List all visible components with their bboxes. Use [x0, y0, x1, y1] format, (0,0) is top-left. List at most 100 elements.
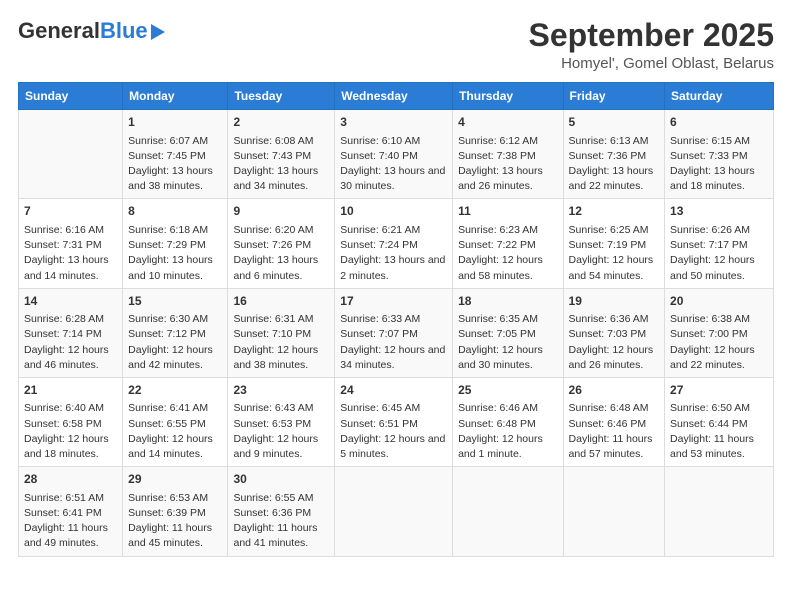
calendar-cell: 1 Sunrise: 6:07 AMSunset: 7:45 PMDaylight…: [123, 110, 228, 199]
day-number: 23: [233, 382, 329, 399]
cell-info: Sunrise: 6:15 AMSunset: 7:33 PMDaylight:…: [670, 134, 768, 195]
cell-info: Sunrise: 6:25 AMSunset: 7:19 PMDaylight:…: [569, 223, 660, 284]
cell-info: Sunrise: 6:38 AMSunset: 7:00 PMDaylight:…: [670, 312, 768, 373]
col-friday: Friday: [563, 83, 665, 110]
calendar-week-3: 14 Sunrise: 6:28 AMSunset: 7:14 PMDayligh…: [19, 288, 774, 377]
calendar-cell: [335, 467, 453, 556]
cell-info: Sunrise: 6:31 AMSunset: 7:10 PMDaylight:…: [233, 312, 329, 373]
calendar-cell: 17Sunrise: 6:33 AMSunset: 7:07 PMDayligh…: [335, 288, 453, 377]
calendar-body: 1 Sunrise: 6:07 AMSunset: 7:45 PMDaylight…: [19, 110, 774, 556]
calendar-cell: 10Sunrise: 6:21 AMSunset: 7:24 PMDayligh…: [335, 199, 453, 288]
day-number: 11: [458, 203, 557, 220]
day-number: 21: [24, 382, 117, 399]
day-number: 3: [340, 114, 447, 131]
cell-info: Sunrise: 6:07 AMSunset: 7:45 PMDaylight:…: [128, 134, 222, 195]
cell-info: Sunrise: 6:26 AMSunset: 7:17 PMDaylight:…: [670, 223, 768, 284]
calendar-cell: 13 Sunrise: 6:26 AMSunset: 7:17 PMDayligh…: [665, 199, 774, 288]
cell-info: Sunrise: 6:23 AMSunset: 7:22 PMDaylight:…: [458, 223, 557, 284]
cell-info: Sunrise: 6:41 AMSunset: 6:55 PMDaylight:…: [128, 401, 222, 462]
logo-arrow-icon: [151, 24, 165, 40]
calendar-cell: 5Sunrise: 6:13 AMSunset: 7:36 PMDaylight…: [563, 110, 665, 199]
day-number: 1: [128, 114, 222, 131]
day-number: 15: [128, 293, 222, 310]
calendar-cell: 23 Sunrise: 6:43 AMSunset: 6:53 PMDayligh…: [228, 377, 335, 466]
day-number: 13: [670, 203, 768, 220]
logo: General Blue: [18, 18, 165, 44]
calendar-cell: 21 Sunrise: 6:40 AMSunset: 6:58 PMDayligh…: [19, 377, 123, 466]
cell-info: Sunrise: 6:50 AMSunset: 6:44 PMDaylight:…: [670, 401, 768, 462]
day-number: 26: [569, 382, 660, 399]
calendar-cell: 19 Sunrise: 6:36 AMSunset: 7:03 PMDayligh…: [563, 288, 665, 377]
day-number: 24: [340, 382, 447, 399]
cell-info: Sunrise: 6:45 AMSunset: 6:51 PMDaylight:…: [340, 401, 447, 462]
calendar-cell: 29 Sunrise: 6:53 AMSunset: 6:39 PMDayligh…: [123, 467, 228, 556]
calendar-cell: 16 Sunrise: 6:31 AMSunset: 7:10 PMDayligh…: [228, 288, 335, 377]
calendar-cell: [665, 467, 774, 556]
calendar-cell: 18 Sunrise: 6:35 AMSunset: 7:05 PMDayligh…: [453, 288, 563, 377]
day-number: 4: [458, 114, 557, 131]
header-row: Sunday Monday Tuesday Wednesday Thursday…: [19, 83, 774, 110]
calendar-cell: 30 Sunrise: 6:55 AMSunset: 6:36 PMDayligh…: [228, 467, 335, 556]
cell-info: Sunrise: 6:08 AMSunset: 7:43 PMDaylight:…: [233, 134, 329, 195]
calendar-week-4: 21 Sunrise: 6:40 AMSunset: 6:58 PMDayligh…: [19, 377, 774, 466]
day-number: 14: [24, 293, 117, 310]
calendar-cell: 4 Sunrise: 6:12 AMSunset: 7:38 PMDaylight…: [453, 110, 563, 199]
logo-blue: Blue: [100, 18, 148, 44]
day-number: 29: [128, 471, 222, 488]
calendar-cell: 20 Sunrise: 6:38 AMSunset: 7:00 PMDayligh…: [665, 288, 774, 377]
cell-info: Sunrise: 6:55 AMSunset: 6:36 PMDaylight:…: [233, 491, 329, 552]
col-monday: Monday: [123, 83, 228, 110]
col-wednesday: Wednesday: [335, 83, 453, 110]
cell-info: Sunrise: 6:10 AMSunset: 7:40 PMDaylight:…: [340, 134, 447, 195]
calendar-cell: [19, 110, 123, 199]
col-tuesday: Tuesday: [228, 83, 335, 110]
cell-info: Sunrise: 6:40 AMSunset: 6:58 PMDaylight:…: [24, 401, 117, 462]
calendar-cell: 22 Sunrise: 6:41 AMSunset: 6:55 PMDayligh…: [123, 377, 228, 466]
calendar-table: Sunday Monday Tuesday Wednesday Thursday…: [18, 82, 774, 556]
day-number: 9: [233, 203, 329, 220]
day-number: 10: [340, 203, 447, 220]
day-number: 16: [233, 293, 329, 310]
day-number: 6: [670, 114, 768, 131]
logo-general: General: [18, 18, 100, 44]
calendar-cell: 2Sunrise: 6:08 AMSunset: 7:43 PMDaylight…: [228, 110, 335, 199]
calendar-cell: 24 Sunrise: 6:45 AMSunset: 6:51 PMDayligh…: [335, 377, 453, 466]
day-number: 30: [233, 471, 329, 488]
calendar-cell: 25Sunrise: 6:46 AMSunset: 6:48 PMDayligh…: [453, 377, 563, 466]
calendar-cell: 7Sunrise: 6:16 AMSunset: 7:31 PMDaylight…: [19, 199, 123, 288]
cell-info: Sunrise: 6:18 AMSunset: 7:29 PMDaylight:…: [128, 223, 222, 284]
calendar-week-2: 7Sunrise: 6:16 AMSunset: 7:31 PMDaylight…: [19, 199, 774, 288]
cell-info: Sunrise: 6:46 AMSunset: 6:48 PMDaylight:…: [458, 401, 557, 462]
cell-info: Sunrise: 6:53 AMSunset: 6:39 PMDaylight:…: [128, 491, 222, 552]
calendar-cell: 14 Sunrise: 6:28 AMSunset: 7:14 PMDayligh…: [19, 288, 123, 377]
day-number: 28: [24, 471, 117, 488]
calendar-cell: 6 Sunrise: 6:15 AMSunset: 7:33 PMDaylight…: [665, 110, 774, 199]
calendar-cell: [563, 467, 665, 556]
day-number: 5: [569, 114, 660, 131]
day-number: 8: [128, 203, 222, 220]
page: General Blue September 2025 Homyel', Gom…: [0, 0, 792, 612]
title-block: September 2025 Homyel', Gomel Oblast, Be…: [529, 18, 774, 72]
calendar-header: Sunday Monday Tuesday Wednesday Thursday…: [19, 83, 774, 110]
calendar-cell: 11 Sunrise: 6:23 AMSunset: 7:22 PMDayligh…: [453, 199, 563, 288]
col-sunday: Sunday: [19, 83, 123, 110]
page-subtitle: Homyel', Gomel Oblast, Belarus: [529, 55, 774, 72]
header: General Blue September 2025 Homyel', Gom…: [18, 18, 774, 72]
cell-info: Sunrise: 6:20 AMSunset: 7:26 PMDaylight:…: [233, 223, 329, 284]
calendar-cell: [453, 467, 563, 556]
calendar-cell: 26Sunrise: 6:48 AMSunset: 6:46 PMDayligh…: [563, 377, 665, 466]
calendar-cell: 27Sunrise: 6:50 AMSunset: 6:44 PMDayligh…: [665, 377, 774, 466]
day-number: 18: [458, 293, 557, 310]
day-number: 19: [569, 293, 660, 310]
cell-info: Sunrise: 6:35 AMSunset: 7:05 PMDaylight:…: [458, 312, 557, 373]
day-number: 12: [569, 203, 660, 220]
cell-info: Sunrise: 6:12 AMSunset: 7:38 PMDaylight:…: [458, 134, 557, 195]
day-number: 20: [670, 293, 768, 310]
day-number: 22: [128, 382, 222, 399]
calendar-cell: 12 Sunrise: 6:25 AMSunset: 7:19 PMDayligh…: [563, 199, 665, 288]
cell-info: Sunrise: 6:36 AMSunset: 7:03 PMDaylight:…: [569, 312, 660, 373]
cell-info: Sunrise: 6:43 AMSunset: 6:53 PMDaylight:…: [233, 401, 329, 462]
cell-info: Sunrise: 6:28 AMSunset: 7:14 PMDaylight:…: [24, 312, 117, 373]
calendar-week-5: 28Sunrise: 6:51 AMSunset: 6:41 PMDayligh…: [19, 467, 774, 556]
col-thursday: Thursday: [453, 83, 563, 110]
